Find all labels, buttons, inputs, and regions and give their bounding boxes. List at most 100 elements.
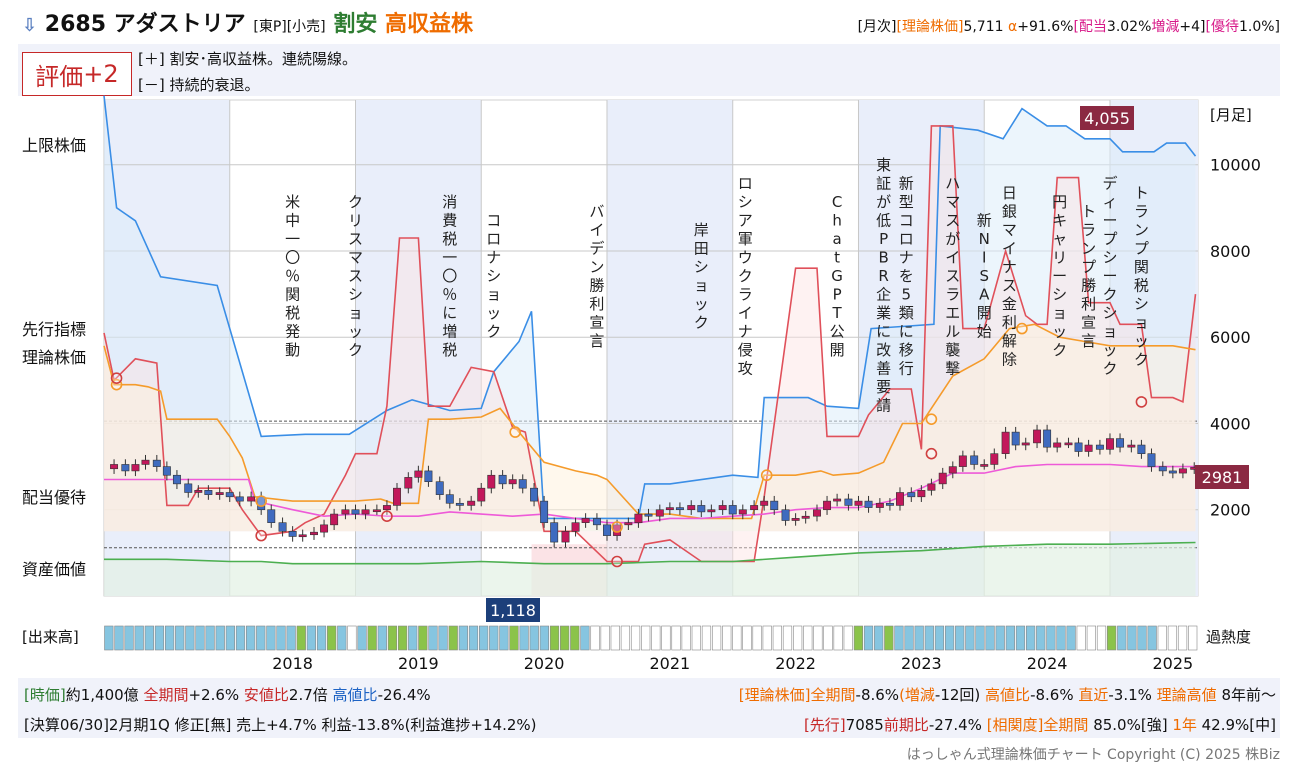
candle-7 [184, 483, 193, 493]
volume-cell-34 [448, 625, 458, 651]
annotation-8-char-9: に [876, 323, 891, 341]
candle-27 [393, 487, 401, 506]
candle-93 [1084, 444, 1093, 452]
candle-82 [970, 455, 979, 465]
candle-85 [1001, 431, 1010, 454]
signal-marker-9 [925, 413, 938, 425]
candle-58 [718, 505, 727, 511]
volume-cell-3 [134, 625, 144, 651]
volume-cell-14 [246, 625, 256, 651]
annotation-14-char-6: 宣 [1081, 313, 1096, 331]
annotation-3-char-3: シ [486, 267, 501, 285]
annotation-9-char-3: ロ [899, 230, 914, 248]
volume-cell-28 [387, 625, 398, 651]
volume-cell-100 [1117, 625, 1127, 651]
annotation-16: トランプ関税ショック [1134, 184, 1149, 369]
volume-cell-8 [185, 625, 195, 651]
annotation-15-char-5: ー [1102, 267, 1117, 285]
annotation-15-char-1: ィ [1102, 193, 1117, 211]
y-tick-6000: 6000 [1210, 328, 1251, 347]
annotation-1-char-5: シ [348, 286, 363, 304]
annotation-12-char-2: マ [1002, 221, 1017, 239]
annotation-6-char-4: ウ [738, 249, 753, 267]
annotation-5-char-1: 田 [694, 239, 709, 257]
candle-25 [372, 509, 381, 513]
volume-cell-92 [1036, 625, 1046, 651]
candle-39 [518, 479, 527, 489]
annotation-4-char-3: ン [589, 258, 604, 276]
annotation-16-char-7: ョ [1134, 313, 1149, 331]
annotation-15-char-4: シ [1102, 249, 1117, 267]
annotation-1-char-1: リ [348, 212, 363, 230]
footer-1-right-part-4: -12回) [934, 686, 986, 704]
volume-cell-88 [995, 625, 1005, 651]
candle-100 [1158, 466, 1167, 472]
annotation-2: 消費税一〇％に増税 [442, 193, 457, 359]
annotation-3-char-5: ッ [486, 304, 501, 322]
annotation-9-char-1: 型 [899, 193, 914, 211]
annotation-16-char-0: ト [1134, 184, 1149, 202]
candle-65 [791, 518, 800, 521]
volume-cell-101 [1127, 625, 1137, 651]
x-label-2021: 2021 [650, 654, 691, 673]
volume-cell-95 [1066, 625, 1076, 651]
volume-cell-55 [661, 625, 671, 651]
volume-cell-2 [124, 625, 134, 651]
candle-34 [467, 500, 476, 506]
annotation-16-char-6: シ [1134, 295, 1149, 313]
annotation-9-char-6: 5 [901, 286, 911, 304]
annotation-2-char-0: 消 [442, 193, 457, 211]
volume-cell-52 [630, 625, 641, 651]
volume-cell-84 [955, 625, 965, 651]
annotation-1-char-7: ッ [348, 323, 363, 341]
annotation-10-char-6: ラ [945, 286, 960, 304]
candle-4 [152, 459, 161, 467]
annotation-8-char-10: 改 [876, 341, 891, 359]
candle-22 [341, 509, 350, 515]
candle-80 [948, 466, 957, 474]
volume-cell-67 [782, 625, 793, 651]
annotation-1-char-0: ク [348, 193, 363, 211]
candle-21 [330, 513, 339, 526]
candle-78 [927, 483, 936, 491]
candle-32 [445, 494, 454, 504]
volume-cell-70 [813, 625, 823, 651]
annotation-9-char-2: コ [899, 212, 914, 230]
signal-marker-12 [1135, 396, 1148, 408]
candle-44 [571, 522, 580, 532]
volume-cell-33 [438, 625, 448, 651]
x-label-2018: 2018 [272, 654, 313, 673]
candle-31 [435, 481, 444, 495]
volume-cell-5 [154, 625, 165, 651]
annotation-9-char-9: 移 [899, 341, 914, 359]
annotation-0-char-8: 動 [285, 341, 300, 359]
volume-cell-103 [1147, 625, 1157, 651]
annotation-15-char-0: デ [1102, 175, 1117, 193]
annotation-2-char-2: 税 [442, 230, 457, 248]
annotation-4-char-5: 利 [589, 295, 604, 313]
annotation-6-char-8: ナ [738, 323, 753, 341]
candle-51 [644, 513, 653, 517]
annotation-6-char-2: ア [738, 212, 753, 230]
volume-cell-98 [1096, 625, 1107, 651]
annotation-6-char-1: シ [738, 193, 753, 211]
volume-cell-7 [175, 625, 185, 651]
annotation-5: 岸田ショック [694, 221, 709, 332]
signal-marker-4 [381, 510, 393, 523]
annotation-13-char-5: シ [1052, 286, 1067, 304]
annotation-12-char-9: 除 [1002, 350, 1017, 368]
candle-77 [917, 490, 926, 498]
volume-cell-21 [316, 625, 327, 651]
annotation-0-char-0: 米 [285, 193, 300, 211]
annotation-14-char-4: 勝 [1081, 276, 1096, 294]
x-label-2025: 2025 [1152, 654, 1193, 673]
annotation-12-char-6: 金 [1002, 295, 1017, 313]
volume-cell-60 [711, 625, 722, 651]
candle-83 [980, 464, 989, 467]
annotation-4-char-2: デ [589, 239, 604, 257]
volume-cell-43 [539, 625, 550, 651]
volume-cell-62 [732, 625, 742, 651]
annotation-2-char-4: 〇 [442, 267, 457, 285]
annotation-11-char-5: 開 [977, 304, 992, 322]
signal-marker-6 [611, 555, 623, 568]
